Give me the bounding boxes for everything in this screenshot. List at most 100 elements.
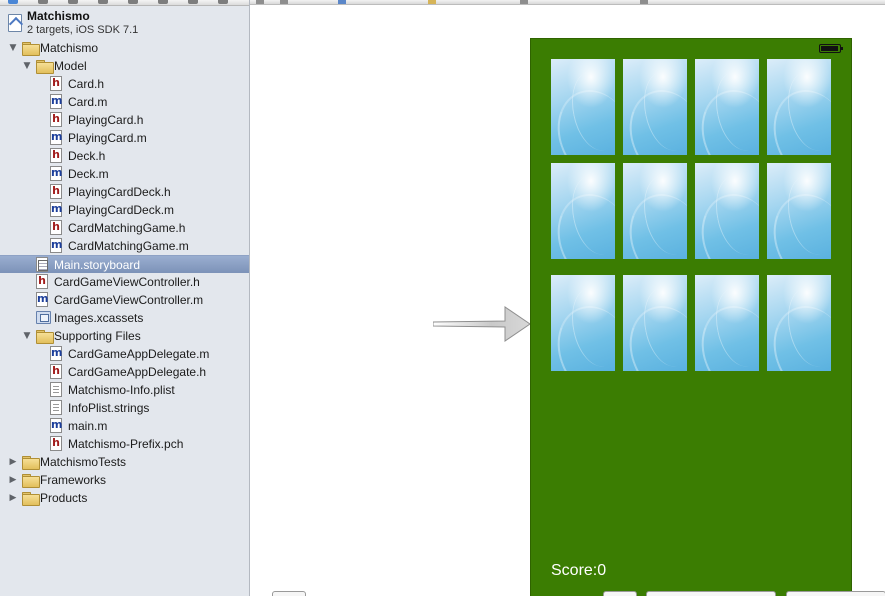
card-button[interactable] bbox=[767, 163, 831, 259]
folder-icon bbox=[22, 492, 40, 506]
file-tree-row[interactable]: Matchismo-Info.plist bbox=[0, 381, 249, 399]
card-button[interactable] bbox=[623, 275, 687, 371]
jump-bar-segment[interactable] bbox=[520, 0, 528, 4]
header-file-icon: h bbox=[50, 112, 62, 127]
disclosure-triangle-open-icon[interactable]: ▼ bbox=[22, 331, 32, 341]
jump-bar-segment[interactable] bbox=[338, 0, 346, 4]
file-tree-row[interactable]: ▶ Products bbox=[0, 489, 249, 507]
header-file-icon: h bbox=[50, 76, 62, 91]
debug-navigator-tab-icon[interactable] bbox=[158, 0, 168, 4]
source-file-icon: m bbox=[50, 346, 63, 361]
jump-bar-segment[interactable] bbox=[640, 0, 648, 4]
file-tree-row[interactable]: h CardGameViewController.h bbox=[0, 273, 249, 291]
jump-bar-segment[interactable] bbox=[280, 0, 288, 4]
card-button[interactable] bbox=[551, 163, 615, 259]
file-tree-row[interactable]: m CardGameAppDelegate.m bbox=[0, 345, 249, 363]
file-tree-label: PlayingCard.m bbox=[68, 131, 147, 145]
file-tree-row[interactable]: h Deck.h bbox=[0, 147, 249, 165]
file-tree-label: Deck.h bbox=[68, 149, 106, 163]
file-tree-row[interactable]: ▼ Supporting Files bbox=[0, 327, 249, 345]
card-game-view-controller-scene[interactable]: Score:0 bbox=[530, 38, 852, 596]
file-tree-row[interactable]: h CardGameAppDelegate.h bbox=[0, 363, 249, 381]
jump-bar-segment[interactable] bbox=[256, 0, 264, 4]
disclosure-triangle-closed-icon[interactable]: ▶ bbox=[8, 493, 18, 503]
document-file-icon bbox=[50, 382, 62, 397]
file-tree-row[interactable]: ▼ Matchismo bbox=[0, 39, 249, 57]
document-file-icon bbox=[50, 400, 62, 415]
issue-navigator-tab-icon[interactable] bbox=[98, 0, 108, 4]
initial-scene-arrow-icon[interactable] bbox=[433, 305, 531, 343]
folder-icon bbox=[22, 474, 40, 488]
file-tree-row[interactable]: h PlayingCardDeck.h bbox=[0, 183, 249, 201]
file-tree-row[interactable]: InfoPlist.strings bbox=[0, 399, 249, 417]
log-navigator-tab-icon[interactable] bbox=[218, 0, 228, 4]
folder-icon bbox=[36, 60, 54, 74]
file-tree-row[interactable]: Main.storyboard bbox=[0, 255, 249, 273]
folder-icon bbox=[36, 330, 54, 344]
storyboard-canvas[interactable]: Score:0 bbox=[250, 0, 885, 596]
file-tree-label: Matchismo bbox=[40, 41, 99, 55]
header-file-icon: h bbox=[50, 220, 62, 235]
header-file-icon: h bbox=[36, 274, 48, 289]
file-tree-label: main.m bbox=[68, 419, 108, 433]
source-file-icon: m bbox=[50, 238, 63, 253]
file-tree-row[interactable]: h Card.h bbox=[0, 75, 249, 93]
project-root-row[interactable]: Matchismo 2 targets, iOS SDK 7.1 bbox=[0, 8, 249, 38]
card-button[interactable] bbox=[623, 163, 687, 259]
card-button[interactable] bbox=[767, 275, 831, 371]
file-tree-label: Card.m bbox=[68, 95, 108, 109]
file-tree-row[interactable]: ▶ Frameworks bbox=[0, 471, 249, 489]
xcode-project-icon bbox=[8, 14, 22, 32]
file-tree-label: Deck.m bbox=[68, 167, 109, 181]
score-label[interactable]: Score:0 bbox=[551, 562, 606, 580]
search-navigator-tab-icon[interactable] bbox=[68, 0, 78, 4]
file-tree-label: Frameworks bbox=[40, 473, 107, 487]
breakpoint-navigator-tab-icon[interactable] bbox=[188, 0, 198, 4]
card-button[interactable] bbox=[695, 163, 759, 259]
file-tree-row[interactable]: ▶ MatchismoTests bbox=[0, 453, 249, 471]
file-tree-row[interactable]: m PlayingCardDeck.m bbox=[0, 201, 249, 219]
file-tree-row[interactable]: ▼ Model bbox=[0, 57, 249, 75]
header-file-icon: h bbox=[50, 364, 62, 379]
file-tree-row[interactable]: m CardMatchingGame.m bbox=[0, 237, 249, 255]
disclosure-triangle-closed-icon[interactable]: ▶ bbox=[8, 475, 18, 485]
source-file-icon: m bbox=[50, 130, 63, 145]
file-tree-row[interactable]: m Deck.m bbox=[0, 165, 249, 183]
file-tree-row[interactable]: m PlayingCard.m bbox=[0, 129, 249, 147]
source-file-icon: m bbox=[50, 94, 63, 109]
file-tree-label: CardMatchingGame.m bbox=[68, 239, 189, 253]
file-tree-row[interactable]: h Matchismo-Prefix.pch bbox=[0, 435, 249, 453]
storyboard-file-icon bbox=[36, 257, 48, 272]
file-tree-row[interactable]: m main.m bbox=[0, 417, 249, 435]
canvas-size-button[interactable] bbox=[272, 591, 306, 596]
symbol-navigator-tab-icon[interactable] bbox=[38, 0, 48, 4]
card-button[interactable] bbox=[767, 59, 831, 155]
battery-icon bbox=[819, 44, 843, 53]
folder-icon bbox=[22, 456, 40, 470]
card-button[interactable] bbox=[695, 275, 759, 371]
file-tree-label: CardGameViewController.m bbox=[54, 293, 204, 307]
jump-bar-segment[interactable] bbox=[428, 0, 436, 4]
file-tree-row[interactable]: Images.xcassets bbox=[0, 309, 249, 327]
disclosure-triangle-closed-icon[interactable]: ▶ bbox=[8, 457, 18, 467]
disclosure-triangle-open-icon[interactable]: ▼ bbox=[22, 61, 32, 71]
canvas-control-button[interactable] bbox=[603, 591, 637, 596]
card-button[interactable] bbox=[551, 59, 615, 155]
file-tree-row[interactable]: h PlayingCard.h bbox=[0, 111, 249, 129]
zoom-controls[interactable] bbox=[786, 591, 885, 596]
project-navigator-tab-icon[interactable] bbox=[8, 0, 18, 4]
auto-layout-controls[interactable] bbox=[646, 591, 776, 596]
file-tree-label: CardGameViewController.h bbox=[54, 275, 200, 289]
card-button[interactable] bbox=[623, 59, 687, 155]
file-tree-label: PlayingCardDeck.h bbox=[68, 185, 171, 199]
file-tree-label: CardGameAppDelegate.m bbox=[68, 347, 210, 361]
jump-bar bbox=[250, 0, 885, 5]
file-tree-row[interactable]: m CardGameViewController.m bbox=[0, 291, 249, 309]
card-button[interactable] bbox=[695, 59, 759, 155]
test-navigator-tab-icon[interactable] bbox=[128, 0, 138, 4]
file-tree-row[interactable]: m Card.m bbox=[0, 93, 249, 111]
file-tree-row[interactable]: h CardMatchingGame.h bbox=[0, 219, 249, 237]
disclosure-triangle-open-icon[interactable]: ▼ bbox=[8, 43, 18, 53]
file-tree-label: Products bbox=[40, 491, 88, 505]
card-button[interactable] bbox=[551, 275, 615, 371]
